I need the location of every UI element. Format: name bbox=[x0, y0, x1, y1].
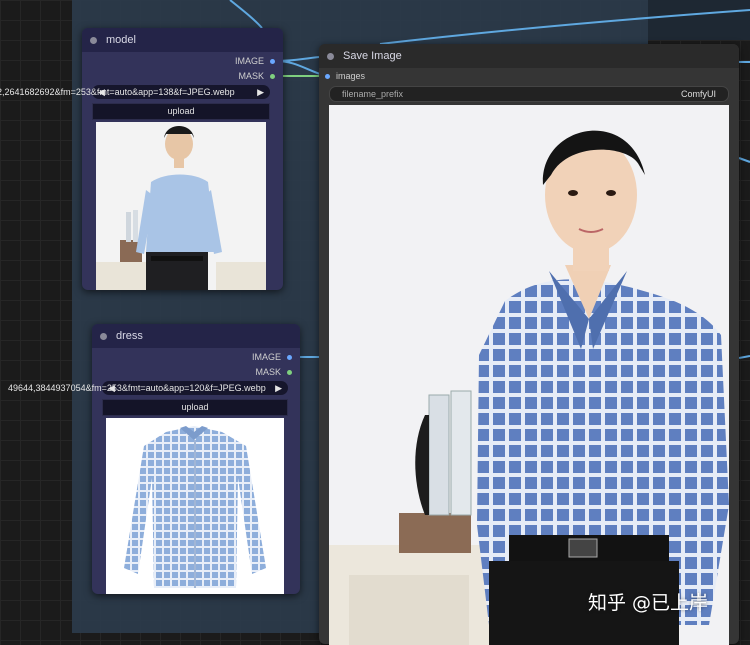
group-edge bbox=[648, 0, 750, 40]
dress-preview-image bbox=[106, 418, 284, 594]
save-images-input[interactable]: images bbox=[325, 71, 365, 81]
model-filename: 62,2641682692&fm=253&fmt=auto&app=138&f=… bbox=[0, 87, 235, 97]
filename-prefix-label: filename_prefix bbox=[342, 89, 404, 99]
model-node[interactable]: model IMAGE MASK ◀ 62,2641682692&fm=253&… bbox=[0, 28, 283, 290]
dress-mask-output[interactable]: MASK bbox=[255, 367, 292, 377]
model-mask-output[interactable]: MASK bbox=[238, 71, 275, 81]
model-image-selector[interactable]: ◀ 62,2641682692&fm=253&fmt=auto&app=138&… bbox=[0, 85, 270, 99]
model-node-title[interactable]: model bbox=[82, 28, 283, 52]
input-port-icon[interactable] bbox=[325, 73, 330, 79]
watermark: 知乎 @已上岸 bbox=[588, 592, 709, 614]
dress-filename: 49644,3844937054&fm=253&fmt=auto&app=120… bbox=[8, 383, 266, 393]
dress-node-title[interactable]: dress bbox=[92, 324, 300, 348]
mask-port-icon[interactable] bbox=[287, 369, 292, 375]
image-port-icon[interactable] bbox=[270, 58, 275, 64]
collapse-dot-icon[interactable] bbox=[90, 36, 97, 44]
dress-upload-button[interactable]: upload bbox=[102, 399, 288, 416]
filename-prefix-value: ComfyUI bbox=[680, 89, 716, 99]
output-preview-image bbox=[329, 105, 729, 645]
dress-title-text: dress bbox=[116, 330, 143, 342]
collapse-dot-icon[interactable] bbox=[100, 332, 107, 340]
model-upload-button[interactable]: upload bbox=[92, 103, 270, 120]
mask-port-icon[interactable] bbox=[270, 73, 275, 79]
dress-image-output[interactable]: IMAGE bbox=[252, 352, 292, 362]
collapse-dot-icon[interactable] bbox=[327, 52, 334, 60]
filename-prefix-widget[interactable]: filename_prefix ComfyUI bbox=[329, 86, 729, 102]
model-preview-image bbox=[96, 122, 266, 290]
save-title-text: Save Image bbox=[343, 50, 402, 62]
wire-right-3 bbox=[738, 355, 750, 359]
model-image-output[interactable]: IMAGE bbox=[235, 56, 275, 66]
save-node-title[interactable]: Save Image bbox=[319, 44, 739, 68]
next-arrow-icon[interactable]: ▶ bbox=[275, 381, 282, 395]
dress-image-selector[interactable]: ◀ 49644,3844937054&fm=253&fmt=auto&app=1… bbox=[8, 381, 288, 395]
wire-right-2 bbox=[738, 157, 750, 163]
model-title-text: model bbox=[106, 34, 136, 46]
image-port-icon[interactable] bbox=[287, 354, 292, 360]
dress-node[interactable]: dress IMAGE MASK ◀ 49644,3844937054&fm=2… bbox=[8, 324, 300, 594]
save-image-node[interactable]: Save Image images filename_prefix ComfyU… bbox=[319, 44, 739, 645]
next-arrow-icon[interactable]: ▶ bbox=[257, 85, 264, 99]
